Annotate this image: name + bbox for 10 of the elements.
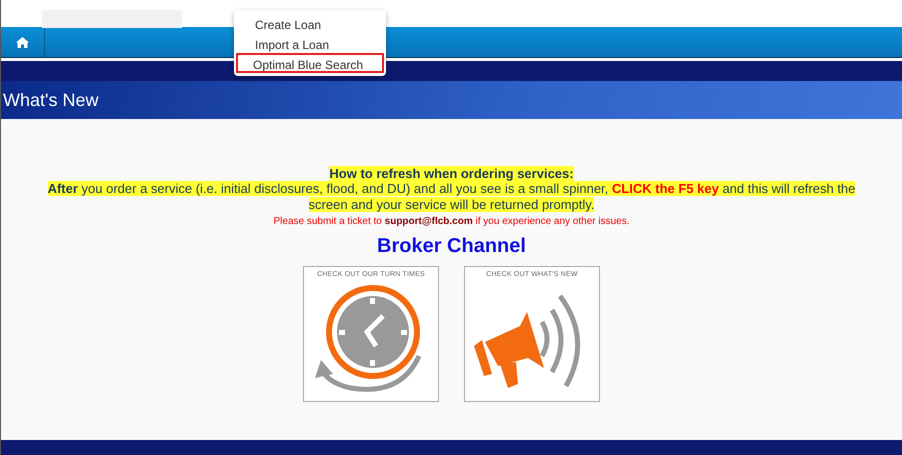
support-link[interactable]: support@flcb.com [384, 216, 473, 227]
home-icon [16, 36, 29, 48]
notice-heading: How to refresh when ordering services: [329, 166, 574, 181]
menu-item[interactable]: Create Loan [236, 13, 384, 33]
page-title: What's New [3, 90, 98, 110]
channel-title: Broker Channel [377, 235, 526, 258]
menu-item[interactable]: Import a Loan [236, 33, 384, 53]
support-text: Please submit a ticket to support@flcb.com if you experience any other issues. [273, 216, 630, 227]
menu-item[interactable]: Optimal Blue Search [236, 53, 384, 73]
notice-text: After you order a service (i.e. initial disclosures, flood, and DU) and all you see is a small spinner, CLICK the F5 key and this will refresh the screen and your service will be returned promptly. [46, 181, 856, 213]
